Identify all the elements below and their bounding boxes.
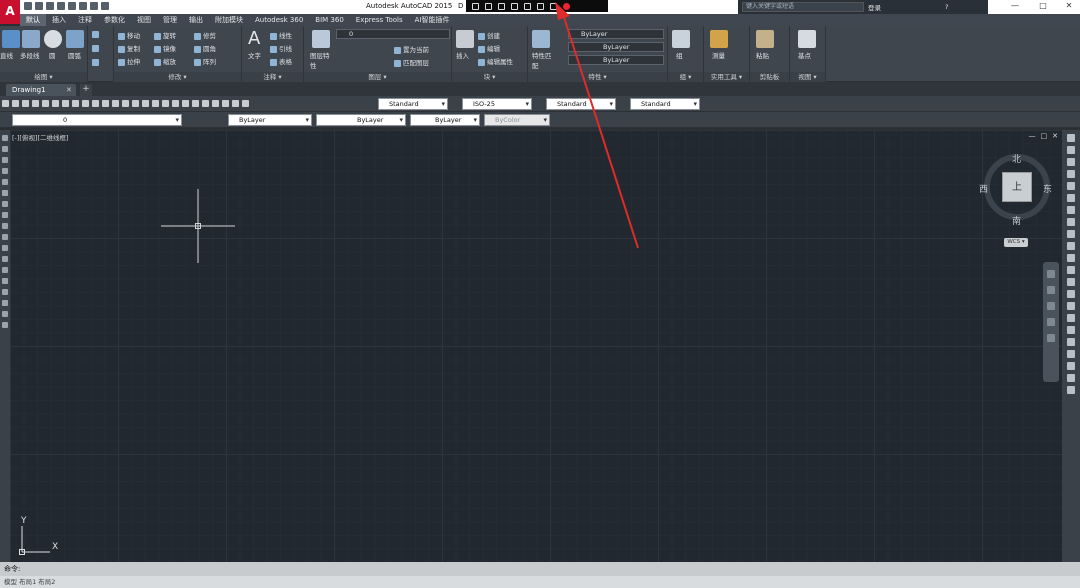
autocad-window: Autodesk AutoCAD 2015 D — □ ✕ A 键入关键字或短语… [0,0,1080,588]
command-prompt: 命令: [4,565,21,573]
annotation-arrow [555,2,639,249]
status-bar: 模型 布局1 布局2 [0,576,1080,588]
ucs-icon [19,526,50,555]
canvas-overlay [19,2,639,555]
layout-tabs[interactable]: 模型 布局1 布局2 [4,578,55,586]
crosshair-cursor [161,189,235,263]
command-line[interactable]: 命令: [0,562,1080,576]
